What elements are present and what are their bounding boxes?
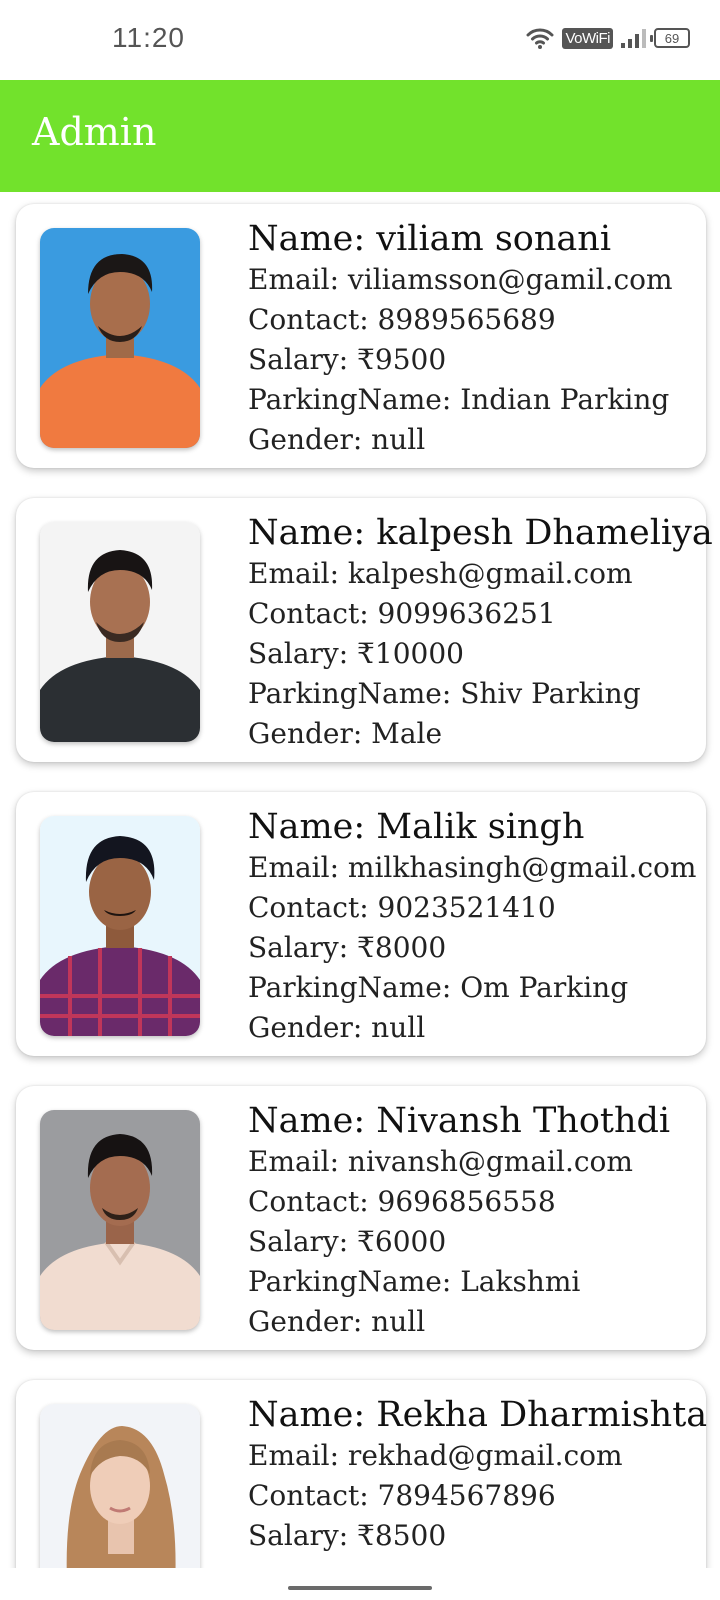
employee-parking: ParkingName: Om Parking	[248, 971, 629, 1004]
employee-email: Email: nivansh@gmail.com	[248, 1145, 633, 1178]
status-time: 11:20	[112, 22, 185, 53]
employee-photo	[40, 522, 200, 742]
status-bar: 11:20 VoWiFi 69	[0, 0, 720, 80]
employee-contact: Contact: 9696856558	[248, 1185, 556, 1218]
employee-contact: Contact: 8989565689	[248, 303, 556, 336]
employee-gender: Gender: null	[248, 423, 426, 456]
employee-email: Email: milkhasingh@gmail.com	[248, 851, 697, 884]
employee-name: Name: viliam sonani	[248, 219, 612, 259]
employee-email: Email: kalpesh@gmail.com	[248, 557, 633, 590]
employee-info: Name: Malik singh Email: milkhasingh@gma…	[248, 806, 698, 1048]
employee-info: Name: viliam sonani Email: viliamsson@ga…	[248, 218, 698, 460]
employee-card[interactable]: Name: Nivansh Thothdi Email: nivansh@gma…	[16, 1086, 706, 1350]
employee-salary: Salary: ₹10000	[248, 637, 464, 670]
employee-list[interactable]: Name: viliam sonani Email: viliamsson@ga…	[0, 192, 720, 1568]
employee-photo	[40, 1110, 200, 1330]
employee-salary: Salary: ₹6000	[248, 1225, 447, 1258]
wifi-icon	[526, 26, 554, 50]
employee-gender: Gender: null	[248, 1305, 426, 1338]
vowifi-badge: VoWiFi	[562, 27, 613, 49]
status-icons: VoWiFi 69	[526, 26, 690, 50]
employee-gender: Gender: Male	[248, 717, 443, 750]
battery-icon: 69	[650, 28, 690, 48]
employee-name: Name: Nivansh Thothdi	[248, 1101, 671, 1141]
signal-icon	[621, 28, 646, 48]
home-indicator[interactable]	[288, 1586, 432, 1590]
employee-card[interactable]: Name: Rekha Dharmishta Email: rekhad@gma…	[16, 1380, 708, 1568]
employee-card[interactable]: Name: kalpesh Dhameliya Email: kalpesh@g…	[16, 498, 713, 762]
employee-card[interactable]: Name: Malik singh Email: milkhasingh@gma…	[16, 792, 706, 1056]
employee-email: Email: viliamsson@gamil.com	[248, 263, 673, 296]
battery-level: 69	[664, 30, 680, 46]
employee-name: Name: Rekha Dharmishta	[248, 1395, 708, 1435]
employee-info: Name: kalpesh Dhameliya Email: kalpesh@g…	[248, 512, 713, 754]
employee-card[interactable]: Name: viliam sonani Email: viliamsson@ga…	[16, 204, 706, 468]
app-bar: Admin	[0, 80, 720, 192]
employee-contact: Contact: 9023521410	[248, 891, 556, 924]
employee-name: Name: kalpesh Dhameliya	[248, 513, 713, 553]
employee-salary: Salary: ₹9500	[248, 343, 447, 376]
employee-name: Name: Malik singh	[248, 807, 585, 847]
employee-email: Email: rekhad@gmail.com	[248, 1439, 623, 1472]
employee-photo	[40, 228, 200, 448]
employee-salary: Salary: ₹8500	[248, 1519, 447, 1552]
employee-info: Name: Nivansh Thothdi Email: nivansh@gma…	[248, 1100, 698, 1342]
employee-contact: Contact: 9099636251	[248, 597, 556, 630]
navigation-bar	[0, 1568, 720, 1600]
employee-salary: Salary: ₹8000	[248, 931, 447, 964]
employee-parking: ParkingName: Shiv Parking	[248, 677, 641, 710]
employee-gender: Gender: null	[248, 1011, 426, 1044]
employee-parking: ParkingName: Lakshmi	[248, 1265, 581, 1298]
employee-info: Name: Rekha Dharmishta Email: rekhad@gma…	[248, 1394, 708, 1556]
employee-parking: ParkingName: Indian Parking	[248, 383, 670, 416]
employee-photo	[40, 816, 200, 1036]
employee-contact: Contact: 7894567896	[248, 1479, 556, 1512]
employee-photo	[40, 1404, 200, 1568]
page-title: Admin	[32, 110, 157, 154]
